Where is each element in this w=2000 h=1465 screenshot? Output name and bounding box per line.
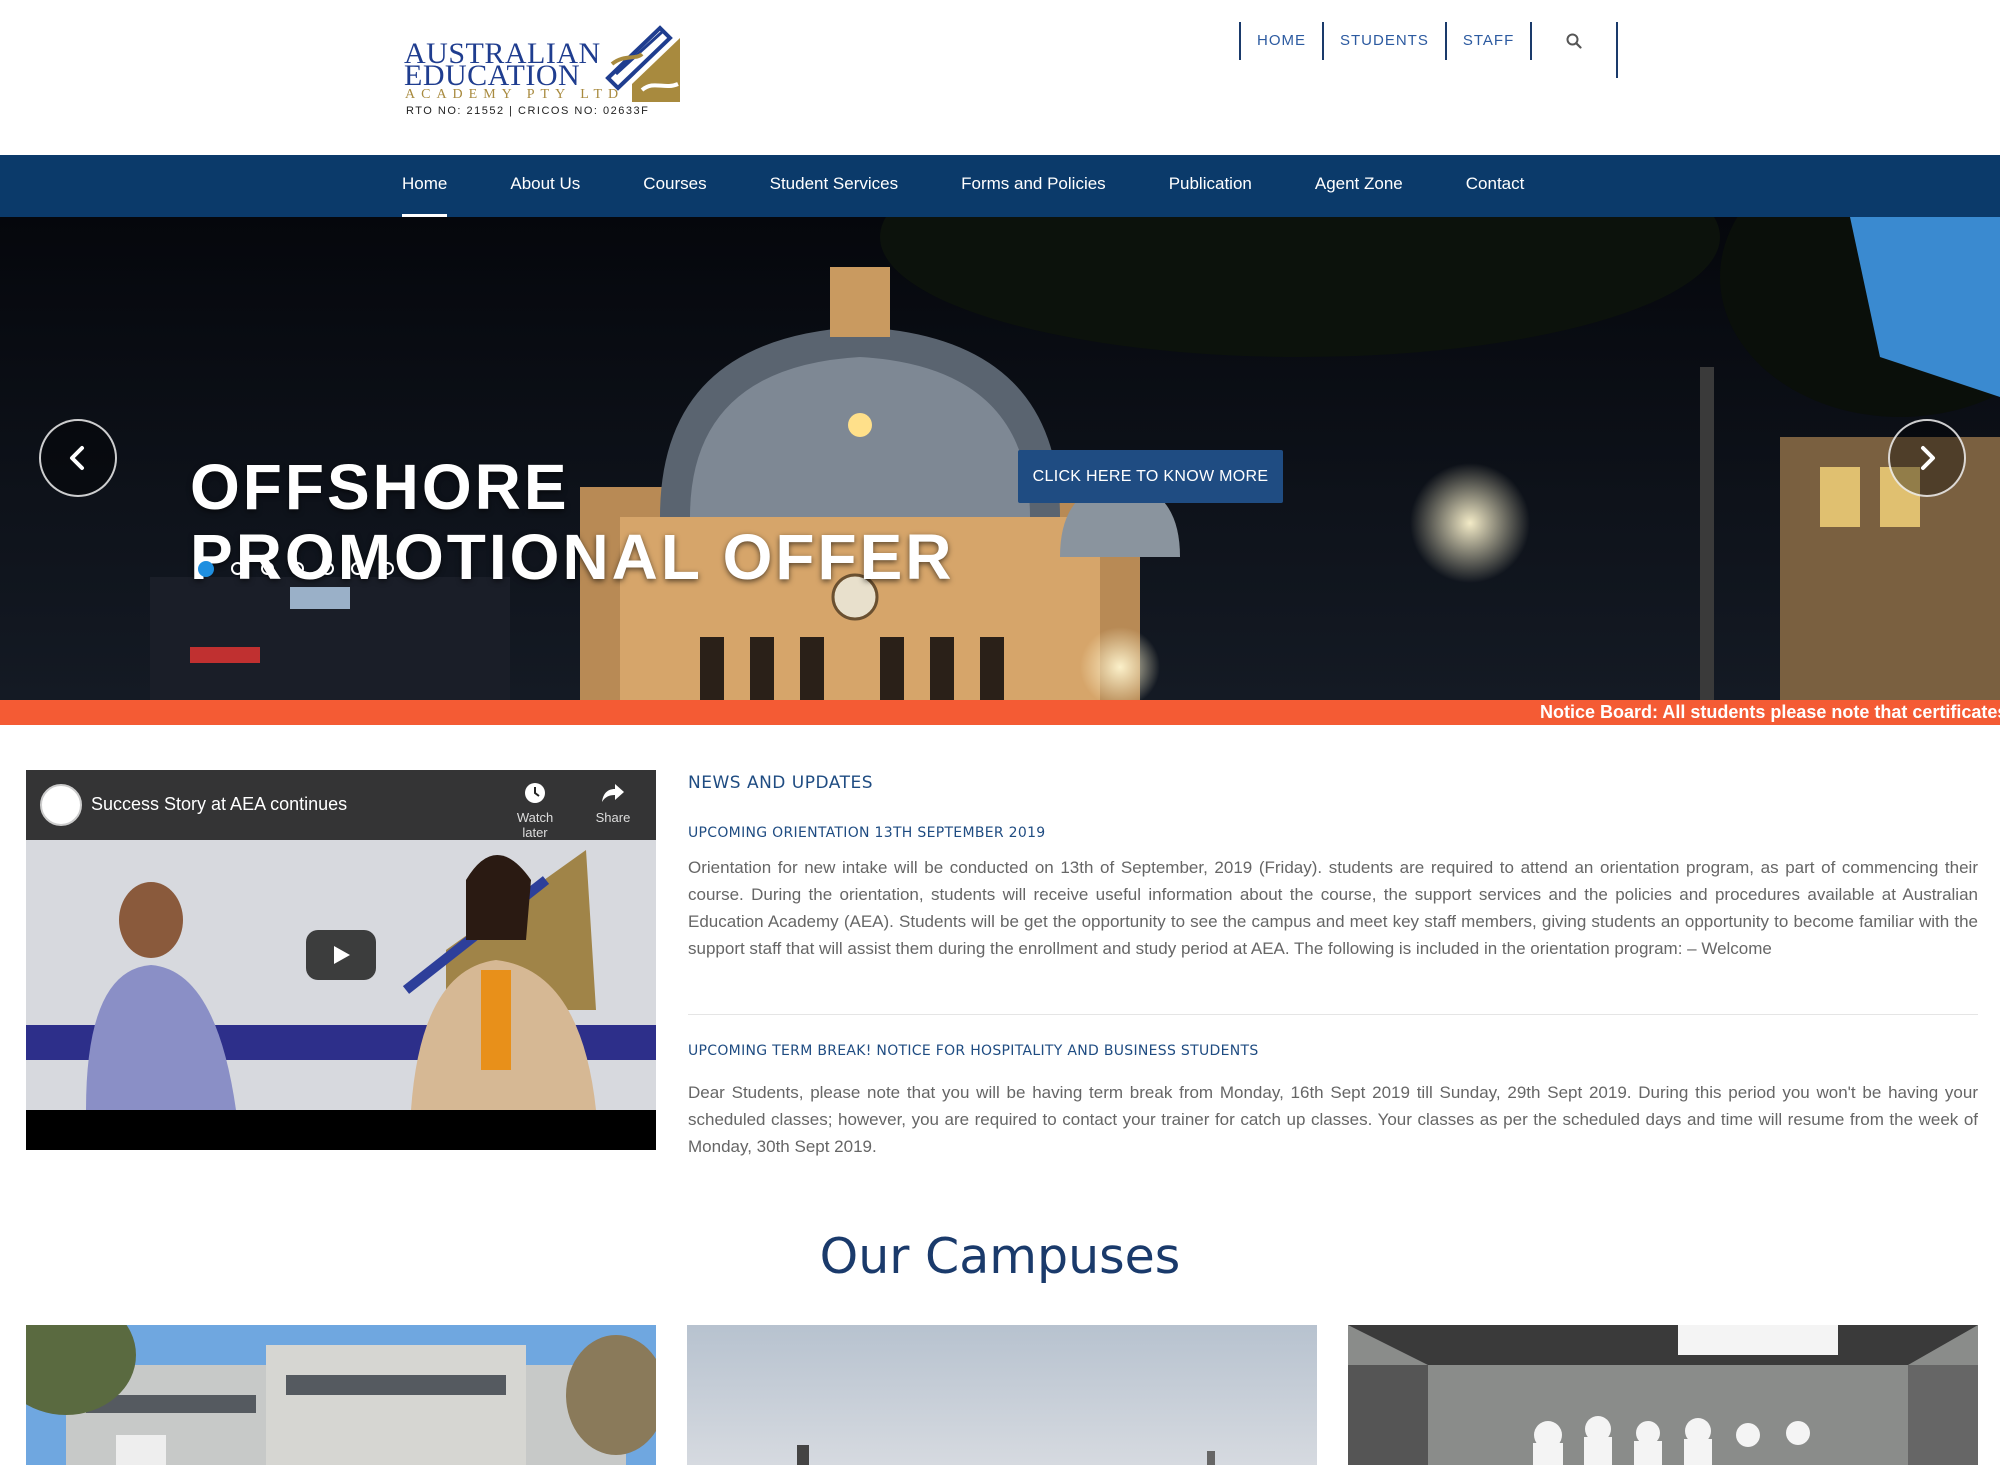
slider-dot[interactable]	[291, 562, 304, 575]
slider-pagination	[198, 561, 394, 577]
nav-item-courses[interactable]: Courses	[643, 155, 706, 217]
campus-image	[26, 1325, 656, 1465]
watch-later-label: Watch later	[516, 810, 554, 840]
nav-item-label: Forms and Policies	[961, 174, 1106, 193]
nav-item-forms-and-policies[interactable]: Forms and Policies	[961, 155, 1106, 217]
nav-item-contact[interactable]: Contact	[1466, 155, 1525, 217]
main-nav: Home About Us Courses Student Services F…	[0, 155, 2000, 217]
campus-card[interactable]	[687, 1325, 1317, 1465]
hero-slider: OFFSHORE PROMOTIONAL OFFER CLICK HERE TO…	[0, 217, 2000, 700]
search-icon	[1566, 33, 1582, 49]
nav-item-home[interactable]: Home	[402, 155, 448, 217]
know-more-button[interactable]: CLICK HERE TO KNOW MORE	[1018, 450, 1283, 503]
video-title[interactable]: Success Story at AEA continues	[91, 794, 347, 815]
logo-rto-text: RTO NO: 21552 | CRICOS NO: 02633F	[406, 105, 650, 117]
slider-prev-button[interactable]	[39, 419, 117, 497]
utility-nav-divider	[1616, 22, 1619, 78]
news-item-title[interactable]: UPCOMING TERM BREAK! NOTICE FOR HOSPITAL…	[688, 1043, 1259, 1059]
utility-nav-home[interactable]: HOME	[1241, 22, 1322, 60]
play-button[interactable]	[306, 930, 376, 980]
nav-item-label: Publication	[1168, 174, 1252, 193]
slider-dot[interactable]	[231, 562, 244, 575]
watch-later-button[interactable]: Watch later	[505, 782, 565, 840]
news-item-body: Dear Students, please note that you will…	[688, 1083, 1978, 1156]
campus-image	[687, 1325, 1317, 1465]
logo-text-line3: ACADEMY PTY LTD	[405, 87, 625, 102]
utility-nav-students[interactable]: STUDENTS	[1324, 22, 1445, 60]
nav-item-label: Student Services	[769, 174, 899, 193]
news-item-title[interactable]: UPCOMING ORIENTATION 13TH SEPTEMBER 2019	[688, 825, 1046, 841]
chevron-left-icon	[70, 446, 84, 470]
hero-title-line1: OFFSHORE	[190, 451, 570, 523]
slider-dot[interactable]	[381, 562, 394, 575]
nav-item-about-us[interactable]: About Us	[510, 155, 580, 217]
nav-item-label: About Us	[510, 174, 581, 193]
nav-item-publication[interactable]: Publication	[1169, 155, 1252, 217]
share-icon	[602, 784, 624, 802]
slider-dot[interactable]	[198, 561, 214, 577]
share-button[interactable]: Share	[583, 782, 643, 825]
share-label: Share	[595, 810, 631, 825]
news-item-body: Orientation for new intake will be condu…	[688, 858, 1978, 958]
utility-nav-staff[interactable]: STAFF	[1447, 22, 1530, 60]
news-section: NEWS AND UPDATES UPCOMING ORIENTATION 13…	[688, 770, 1978, 1156]
campus-card[interactable]	[1348, 1325, 1978, 1465]
channel-avatar[interactable]	[40, 784, 82, 826]
logo-emblem-icon	[605, 25, 680, 102]
utility-nav: HOME STUDENTS STAFF	[1239, 22, 1619, 78]
chevron-right-icon	[1921, 446, 1935, 470]
slider-dot[interactable]	[261, 562, 274, 575]
search-button[interactable]	[1532, 33, 1616, 49]
campuses-heading: Our Campuses	[819, 1228, 1181, 1285]
hero-title-line2: PROMOTIONAL OFFER	[190, 521, 955, 593]
slider-dot[interactable]	[351, 562, 364, 575]
nav-item-label: Agent Zone	[1314, 174, 1403, 193]
nav-item-student-services[interactable]: Student Services	[770, 155, 899, 217]
campus-image	[1348, 1325, 1978, 1465]
slider-next-button[interactable]	[1888, 419, 1966, 497]
nav-item-label: Home	[402, 174, 448, 193]
site-logo[interactable]: AUSTRALIAN EDUCATION ACADEMY PTY LTD RTO…	[402, 24, 682, 124]
play-icon	[334, 946, 350, 964]
nav-item-label: Courses	[643, 174, 707, 193]
clock-icon	[525, 783, 545, 803]
campus-card[interactable]	[26, 1325, 656, 1465]
slider-dot[interactable]	[321, 562, 334, 575]
notice-board-text[interactable]: Notice Board: All students please note t…	[1540, 702, 2000, 723]
notice-board-ticker: Notice Board: All students please note t…	[0, 700, 2000, 725]
video-player[interactable]: Success Story at AEA continues Watch lat…	[26, 770, 656, 1150]
news-heading: NEWS AND UPDATES	[688, 773, 874, 793]
site-header: AUSTRALIAN EDUCATION ACADEMY PTY LTD RTO…	[0, 0, 2000, 155]
nav-item-label: Contact	[1465, 174, 1525, 193]
nav-item-agent-zone[interactable]: Agent Zone	[1315, 155, 1403, 217]
news-divider	[688, 1014, 1978, 1015]
